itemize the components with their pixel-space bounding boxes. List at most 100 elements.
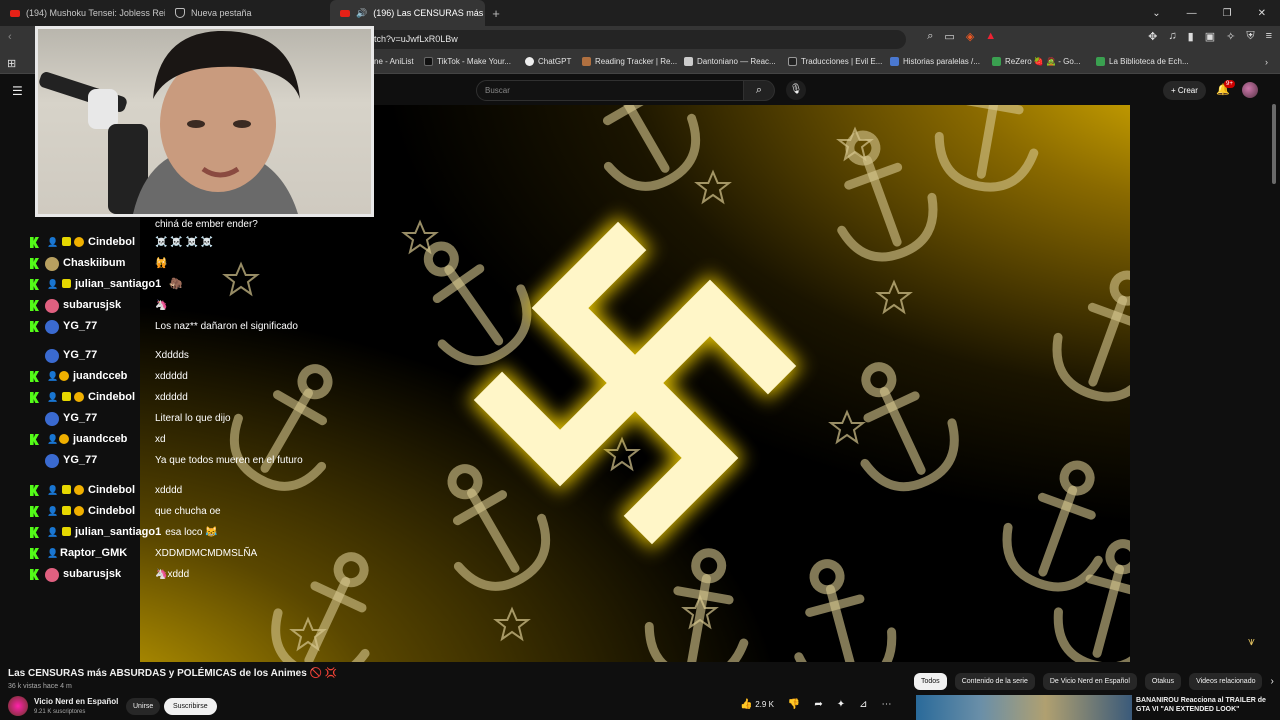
badge-icon — [62, 485, 71, 494]
bookmark-tiktok[interactable]: TikTok - Make Your... — [424, 57, 511, 66]
chat-message: 👤 Cindebol ☠️ ☠️ ☠️ ☠️ — [30, 236, 213, 249]
wallet-icon[interactable]: ▣ — [1205, 30, 1215, 43]
chat-username[interactable]: subarusjsk — [63, 568, 121, 581]
kick-icon — [30, 300, 39, 311]
chat-message: 👤 Raptor_GMK XDDMDMCMDMSLÑA — [30, 547, 257, 560]
badge-icon — [62, 392, 71, 401]
chat-username[interactable]: Cindebol — [88, 484, 135, 497]
channel-name[interactable]: Vicio Nerd en Español — [34, 697, 118, 706]
tab-new[interactable]: Nueva pestaña — [165, 0, 330, 26]
person-icon: 👤 — [47, 371, 59, 381]
streamer-silhouette — [39, 30, 300, 214]
more-icon[interactable]: ⋯ — [882, 699, 892, 710]
chat-message: YG_77 Literal lo que dijo — [30, 412, 231, 426]
chat-username[interactable]: Cindebol — [88, 505, 135, 518]
url-text[interactable]: tch?v=uJwfLxR0LBw — [374, 31, 458, 48]
leo-icon[interactable]: ✧ — [1226, 30, 1235, 43]
chat-avatar — [45, 454, 59, 468]
zoom-icon[interactable]: ⌕ — [927, 30, 933, 43]
bookmark-anilist[interactable]: ne - AniList — [374, 57, 414, 66]
extensions-icon[interactable]: ✥ — [1148, 30, 1157, 43]
chat-username[interactable]: Cindebol — [88, 391, 135, 404]
create-button[interactable]: + Crear — [1163, 81, 1206, 100]
save-icon[interactable]: ⊿ — [859, 699, 867, 710]
subscribe-button[interactable]: Suscribirse — [164, 698, 217, 715]
chat-username[interactable]: YG_77 — [63, 320, 97, 333]
chat-text: Xdddds — [155, 350, 189, 361]
share-icon[interactable]: ➦ — [814, 699, 822, 710]
chip-todos[interactable]: Todos — [914, 673, 947, 690]
chat-username[interactable]: Cindebol — [88, 236, 135, 249]
chat-avatar — [45, 568, 59, 582]
kick-icon — [30, 258, 39, 269]
bookmark-biblioteca[interactable]: La Biblioteca de Ech... — [1096, 57, 1189, 66]
sidebar-icon[interactable]: ▮ — [1188, 30, 1194, 43]
chat-username[interactable]: juandcceb — [73, 433, 127, 446]
video-actions: 👍 2.9 K 👎 ➦ ✦ ⊿ ⋯ — [740, 699, 892, 710]
ask-icon[interactable]: ✦ — [837, 699, 845, 710]
chat-message: YG_77 Ya que todos mueren en el futuro — [30, 454, 303, 468]
music-icon[interactable]: ♫ — [1168, 30, 1176, 43]
chat-username[interactable]: subarusjsk — [63, 299, 121, 312]
coin-icon — [59, 371, 69, 381]
chat-emote: 🦣 — [169, 278, 183, 290]
coin-icon — [59, 434, 69, 444]
avatar[interactable] — [1242, 82, 1258, 98]
tab-active-video[interactable]: 🔊(196) Las CENSURAS más ABS✕ — [330, 0, 485, 26]
bookmark-chatgpt[interactable]: ChatGPT — [525, 57, 571, 66]
menu-icon[interactable]: ≡ — [1266, 30, 1272, 43]
bookmark-rezero[interactable]: ReZero 🍓 🧟 - Go... — [992, 57, 1081, 66]
chat-username[interactable]: YG_77 — [63, 349, 97, 362]
back-icon[interactable]: ‹ — [8, 31, 12, 43]
chip-otakus[interactable]: Otakus — [1144, 673, 1182, 690]
suggestion-title[interactable]: BANANIROU Reacciona al TRAILER de GTA VI… — [1136, 696, 1266, 714]
video-title: Las CENSURAS más ABSURDAS y POLÉMICAS de… — [8, 668, 338, 679]
chip-serie[interactable]: Contenido de la serie — [954, 673, 1035, 690]
search-icon[interactable]: ⌕ — [744, 80, 775, 101]
vpn-icon[interactable]: ⛨ — [1246, 30, 1254, 43]
channel-watermark-icon[interactable]: ⩛ — [1248, 634, 1255, 649]
tab-title: (196) Las CENSURAS más ABS — [373, 8, 485, 18]
view-count: 36 k vistas hace 4 m — [8, 683, 72, 690]
minimize-icon[interactable]: — — [1187, 8, 1197, 19]
youtube-icon — [340, 9, 350, 17]
chat-username[interactable]: YG_77 — [63, 454, 97, 467]
dislike-icon[interactable]: 👎 — [788, 699, 800, 710]
person-icon: 👤 — [47, 485, 59, 495]
shield-icon — [175, 8, 185, 18]
rewards-icon[interactable]: ▲ — [985, 30, 996, 43]
chat-username[interactable]: Chaskiibum — [63, 257, 125, 270]
search-input[interactable]: Buscar — [476, 80, 744, 101]
apps-grid-icon[interactable]: ⊞ — [7, 57, 16, 70]
tab-list-icon[interactable]: ⌄ — [1152, 8, 1160, 19]
chat-username[interactable]: Raptor_GMK — [60, 547, 127, 560]
bookmark-reading-tracker[interactable]: Reading Tracker | Re... — [582, 57, 677, 66]
chat-username[interactable]: julian_santiago1 — [75, 526, 161, 539]
chat-username[interactable]: juandcceb — [73, 370, 127, 383]
brave-shield-icon[interactable]: ◈ — [966, 30, 974, 43]
hamburger-menu-icon[interactable]: ☰ — [12, 84, 23, 98]
bookmarks-overflow-icon[interactable]: › — [1265, 57, 1268, 67]
new-tab-button[interactable]: + — [485, 6, 507, 21]
chat-username[interactable]: YG_77 — [63, 412, 97, 425]
close-window-icon[interactable]: ✕ — [1258, 8, 1266, 19]
chip-related[interactable]: Videos relacionado — [1189, 673, 1263, 690]
suggestion-thumbnail[interactable] — [916, 695, 1132, 720]
join-button[interactable]: Unirse — [126, 698, 161, 715]
bookmark-traducciones[interactable]: Traducciones | Evil E... — [788, 57, 882, 66]
chip-channel[interactable]: De Vicio Nerd en Español — [1042, 673, 1137, 690]
window-controls: ⌄ — ❐ ✕ — [1152, 8, 1280, 19]
bookmark-dantoniano[interactable]: Dantoniano — Reac... — [684, 57, 776, 66]
bookmark-historias[interactable]: Historias paralelas /... — [890, 57, 980, 66]
cast-icon[interactable]: ▭ — [944, 30, 954, 43]
maximize-icon[interactable]: ❐ — [1223, 8, 1232, 19]
like-button[interactable]: 👍 2.9 K — [740, 699, 774, 710]
chat-avatar — [45, 299, 59, 313]
scrollbar[interactable] — [1272, 104, 1276, 184]
bookmark-label: Reading Tracker | Re... — [595, 57, 678, 66]
tab-mushoku[interactable]: (194) Mushoku Tensei: Jobless Reinca — [0, 0, 165, 26]
chips-next-icon[interactable]: › — [1270, 673, 1273, 690]
chat-username[interactable]: julian_santiago1 — [75, 278, 161, 291]
microphone-icon[interactable]: 🎙 — [786, 80, 806, 100]
channel-avatar[interactable] — [8, 696, 28, 716]
